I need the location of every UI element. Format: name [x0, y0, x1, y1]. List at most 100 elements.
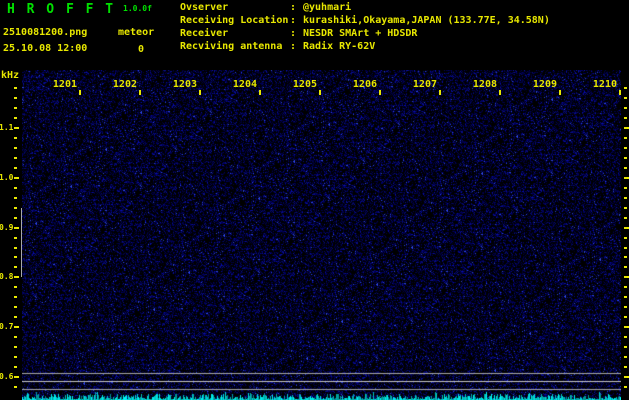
freq-major-tick-right [624, 326, 629, 329]
freq-minor-tick-right [624, 296, 627, 299]
freq-minor-tick [14, 117, 17, 120]
freq-minor-tick [14, 246, 17, 249]
freq-tick-label: 0.9 [0, 222, 14, 232]
freq-minor-tick-right [624, 136, 627, 139]
info-row-colon: : [290, 28, 297, 39]
info-row-colon: : [290, 2, 297, 13]
freq-minor-tick [14, 266, 17, 269]
time-tick [79, 90, 81, 95]
freq-tick-label: 0.6 [0, 372, 14, 381]
freq-minor-tick [14, 336, 17, 339]
freq-major-tick [14, 276, 19, 279]
freq-minor-tick [14, 236, 17, 239]
freq-minor-tick-right [624, 216, 627, 219]
time-tick [259, 90, 261, 95]
freq-minor-tick [14, 356, 17, 359]
freq-minor-tick-right [624, 256, 627, 259]
time-tick [619, 90, 621, 95]
freq-major-tick [14, 127, 19, 129]
hrofft-window: H R O F F T 1.0.0f 2510081200.png meteor… [0, 0, 629, 400]
time-tick-label: 1203 [172, 79, 197, 90]
time-tick-label: 1210 [592, 79, 617, 90]
freq-minor-tick [14, 366, 17, 369]
freq-minor-tick-right [624, 346, 627, 349]
info-row-colon: : [290, 41, 297, 52]
freq-minor-tick-right [624, 186, 627, 189]
info-row-label: Recviving antenna [180, 41, 283, 52]
freq-minor-tick [14, 316, 17, 319]
freq-major-tick-right [624, 176, 629, 179]
time-tick [319, 90, 321, 95]
freq-major-tick [14, 376, 19, 378]
freq-minor-tick-right [624, 117, 627, 120]
info-row-label: Receiver [180, 28, 229, 39]
freq-tick-label: 0.8 [0, 272, 14, 282]
time-tick-label: 1207 [412, 79, 437, 90]
freq-minor-tick [14, 186, 17, 189]
time-tick-label: 1208 [472, 79, 497, 90]
freq-minor-tick [14, 136, 17, 139]
freq-minor-tick-right [624, 356, 627, 359]
freq-minor-tick [14, 97, 17, 100]
app-version: 1.0.0f [123, 4, 152, 13]
freq-minor-tick [14, 87, 17, 90]
time-tick-label: 1205 [292, 79, 317, 90]
freq-minor-tick-right [624, 385, 627, 388]
time-tick [199, 90, 201, 95]
freq-minor-tick [14, 146, 17, 149]
freq-minor-tick-right [624, 146, 627, 149]
time-tick-label: 1201 [52, 79, 77, 90]
freq-minor-tick [14, 156, 17, 159]
freq-major-tick [14, 226, 19, 229]
freq-major-tick [14, 326, 19, 329]
meteor-count-label: meteor [118, 27, 155, 38]
info-row-colon: : [290, 15, 297, 26]
freq-minor-tick-right [624, 156, 627, 159]
time-tick [139, 90, 141, 95]
freq-minor-tick-right [624, 366, 627, 369]
freq-tick-label: 1.1 [0, 123, 14, 132]
freq-minor-tick-right [624, 206, 627, 209]
freq-minor-tick-right [624, 286, 627, 289]
left-edge-marker-line [21, 207, 22, 278]
timestamp: 25.10.08 12:00 [3, 43, 88, 54]
time-tick-label: 1206 [352, 79, 377, 90]
freq-tick-label: 1.0 [0, 172, 14, 182]
freq-minor-tick-right [624, 166, 627, 169]
time-tick [559, 90, 561, 95]
freq-minor-tick [14, 286, 17, 289]
time-tick [499, 90, 501, 95]
info-row-value: Radix RY-62V [303, 41, 376, 52]
spectrogram-canvas [22, 70, 621, 400]
freq-major-tick-right [624, 127, 629, 129]
time-tick-label: 1209 [532, 79, 557, 90]
freq-minor-tick-right [624, 266, 627, 269]
freq-minor-tick [14, 216, 17, 219]
freq-minor-tick [14, 346, 17, 349]
time-tick [379, 90, 381, 95]
freq-minor-tick-right [624, 336, 627, 339]
freq-minor-tick-right [624, 246, 627, 249]
freq-minor-tick-right [624, 236, 627, 239]
app-title: H R O F F T [7, 2, 116, 17]
freq-minor-tick [14, 385, 17, 388]
time-tick-label: 1202 [112, 79, 137, 90]
freq-major-tick [14, 176, 19, 179]
output-filename: 2510081200.png [3, 27, 88, 38]
time-tick-label: 1204 [232, 79, 257, 90]
freq-minor-tick [14, 306, 17, 309]
freq-minor-tick-right [624, 306, 627, 309]
freq-major-tick-right [624, 376, 629, 378]
freq-major-tick-right [624, 276, 629, 279]
freq-minor-tick [14, 296, 17, 299]
freq-minor-tick-right [624, 196, 627, 199]
info-row-value: NESDR SMArt + HDSDR [303, 28, 418, 39]
freq-minor-tick [14, 166, 17, 169]
freq-minor-tick-right [624, 316, 627, 319]
freq-tick-label: 0.7 [0, 322, 14, 332]
info-row-label: Receiving Location [180, 15, 289, 26]
freq-minor-tick [14, 196, 17, 199]
freq-minor-tick-right [624, 87, 627, 90]
freq-minor-tick [14, 107, 17, 110]
freq-minor-tick [14, 206, 17, 209]
